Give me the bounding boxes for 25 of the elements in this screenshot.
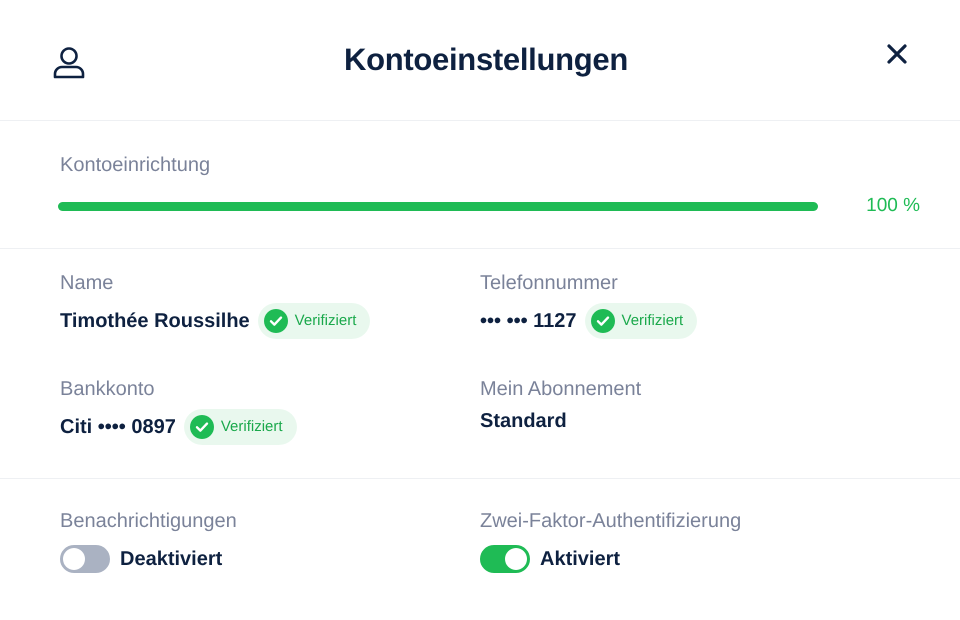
verified-badge: Verifiziert [258, 303, 370, 339]
field-value: Citi •••• 0897 [60, 415, 176, 439]
field-label: Name [60, 271, 114, 295]
setting-state: Aktiviert [540, 547, 620, 571]
setting-state: Deaktiviert [120, 547, 222, 571]
toggle-switch[interactable] [60, 545, 110, 573]
field-value: Standard [480, 409, 567, 433]
user-icon[interactable] [52, 45, 86, 79]
field-label: Mein Abonnement [480, 377, 642, 401]
check-icon [190, 415, 214, 439]
close-button[interactable] [886, 43, 908, 65]
window-title: Kontoeinstellungen [344, 41, 628, 79]
progress-percent: 100 % [866, 194, 920, 218]
check-icon [590, 309, 615, 333]
verified-badge: Verifiziert [184, 409, 297, 445]
field-value: ••• ••• 1127 [480, 309, 577, 333]
toggle-switch[interactable] [480, 545, 530, 573]
setting-label: Zwei-Faktor-Authentifizierung [480, 509, 742, 533]
verified-badge: Verifiziert [584, 303, 698, 339]
setting-label: Benachrichtigungen [60, 509, 238, 533]
check-icon [264, 309, 288, 333]
progress-label: Kontoeinrichtung [60, 153, 212, 177]
field-label: Bankkonto [60, 377, 156, 401]
field-value: Timothée Roussilhe [60, 309, 250, 333]
field-label: Telefonnummer [480, 271, 619, 295]
